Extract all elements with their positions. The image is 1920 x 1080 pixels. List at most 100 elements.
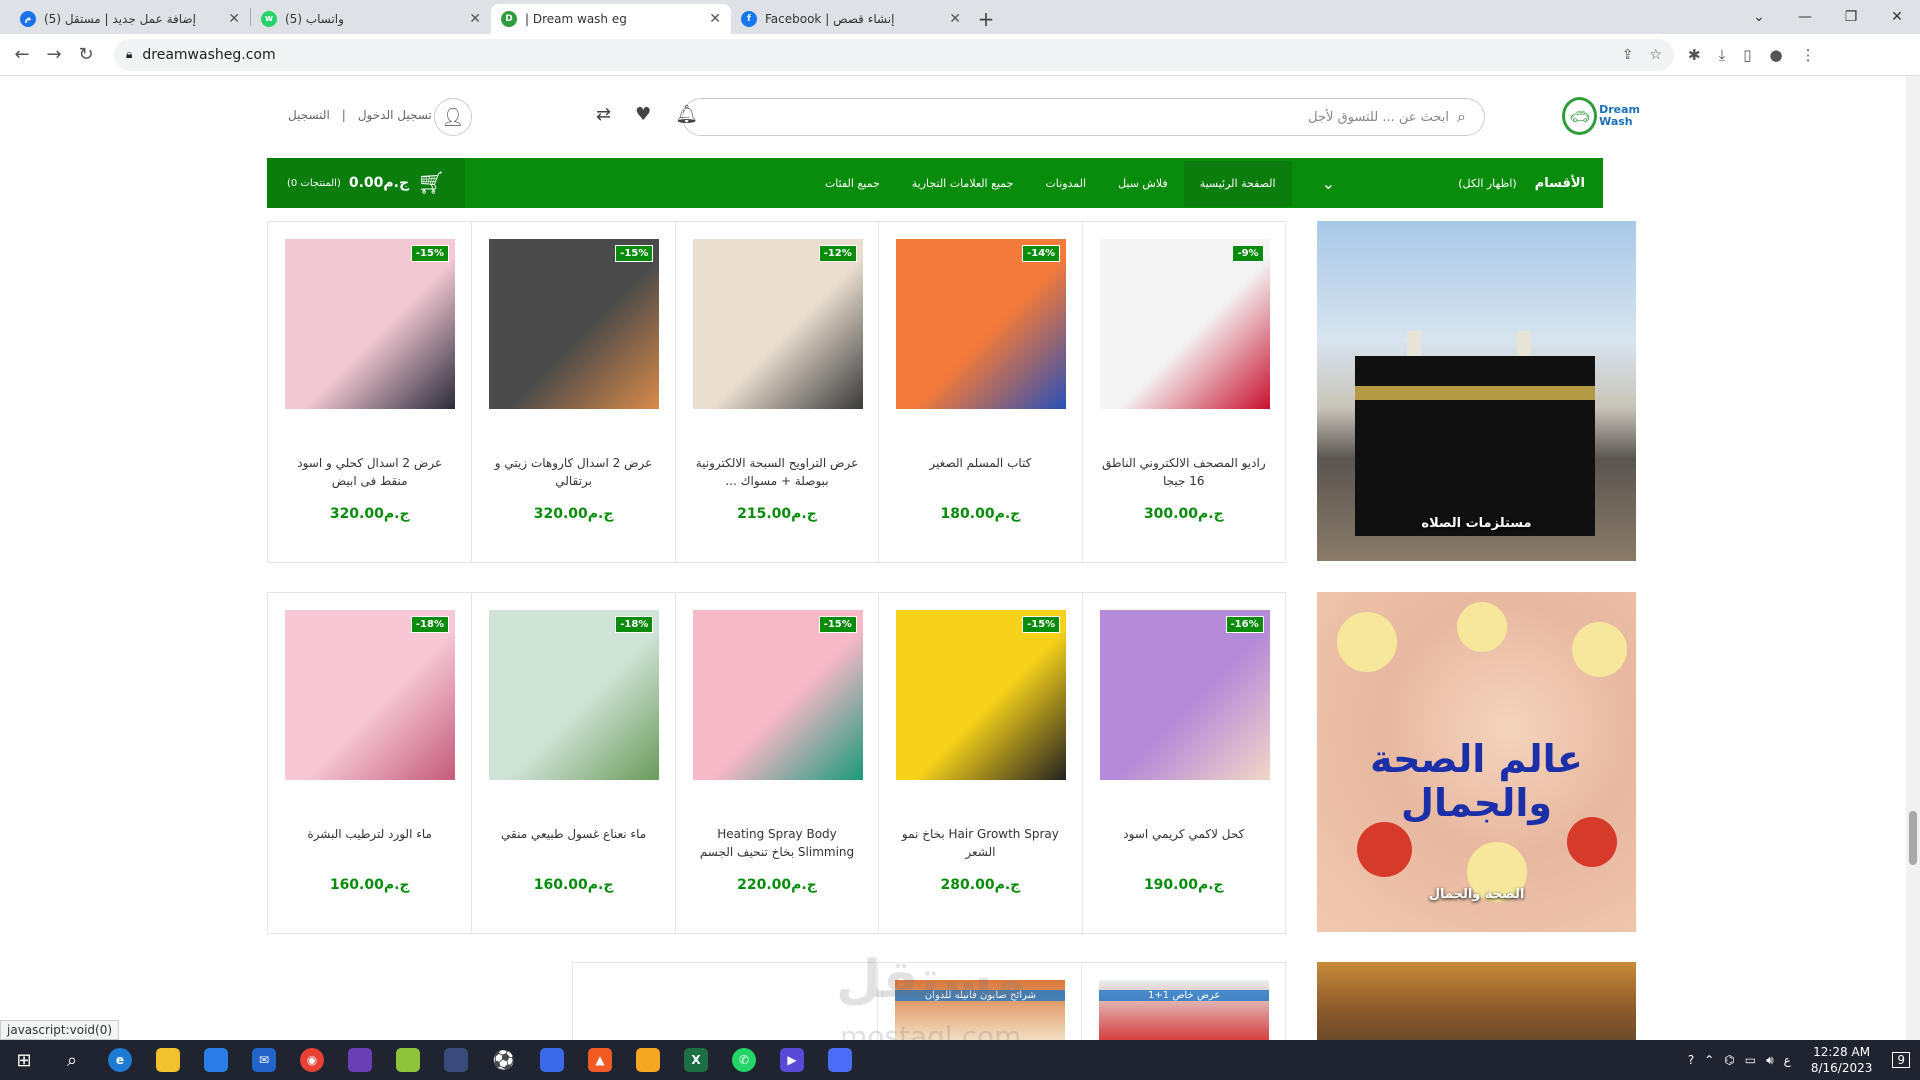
profile-icon[interactable]: ● (1769, 46, 1782, 64)
nav-link-categories[interactable]: جميع الفئات (809, 161, 896, 206)
battery-icon[interactable]: ▭ (1745, 1053, 1756, 1067)
forward-icon[interactable]: → (38, 44, 70, 65)
categories-show-all[interactable]: (اظهار الكل) (1458, 177, 1516, 190)
product-image[interactable]: -9% (1099, 239, 1270, 409)
cart-button[interactable]: (0 المنتجات) ج.م0.00 🛒︎ (267, 158, 465, 208)
browser-tab-3[interactable]: f Facebook | إنشاء قصص ✕ (731, 4, 971, 34)
bookmark-star-icon[interactable]: ☆ (1649, 47, 1662, 63)
product-name[interactable]: Heating Spray Body Slimming بخاخ تنحيف ا… (690, 825, 864, 863)
product-card[interactable]: -9% راديو المصحف الالكتروني الناطق 16 جيج… (1081, 222, 1285, 562)
lock-icon[interactable]: 🔒︎ (126, 47, 132, 62)
banner-prayer[interactable]: مستلزمات الصلاه (1317, 221, 1636, 561)
close-icon[interactable]: ✕ (949, 11, 961, 27)
media-icon[interactable]: ▶ (768, 1040, 816, 1080)
search-icon[interactable]: ⌕ (48, 1040, 96, 1080)
photo-icon[interactable] (384, 1040, 432, 1080)
back-icon[interactable]: ← (6, 44, 38, 65)
product-card[interactable]: -18% ماء الورد لترطيب البشرة ج.م160.00 (268, 593, 471, 933)
address-bar[interactable]: 🔒︎ dreamwasheg.com ⇪ ☆ (114, 38, 1674, 71)
site-logo[interactable]: 🚗︎ Dream Wash (1562, 94, 1640, 138)
mail-icon[interactable]: ✉ (240, 1040, 288, 1080)
help-icon[interactable]: ? (1688, 1053, 1694, 1067)
product-image[interactable]: -12% (692, 239, 863, 409)
product-card[interactable]: -18% ماء نعناع غسول طبيعي منقي ج.م160.00 (471, 593, 674, 933)
store-icon[interactable] (192, 1040, 240, 1080)
reload-icon[interactable]: ↻ (70, 44, 102, 65)
football-icon[interactable]: ⚽ (480, 1040, 528, 1080)
tab-search-icon[interactable]: ⌄ (1736, 9, 1782, 25)
product-name[interactable]: عرض 2 اسدال كاروهات زيتي و برتقالي (486, 454, 660, 492)
brave-icon[interactable]: ▲ (576, 1040, 624, 1080)
product-name[interactable]: ماء الورد لترطيب البشرة (282, 825, 457, 863)
product-card[interactable]: -16% كحل لاكمي كريمي اسود ج.م190.00 (1081, 593, 1285, 933)
edge-icon[interactable]: e (96, 1040, 144, 1080)
product-image[interactable]: -15% (284, 239, 455, 409)
scrollbar-thumb[interactable] (1909, 811, 1917, 865)
editor-icon[interactable] (432, 1040, 480, 1080)
network-icon[interactable]: ⌬ (1724, 1053, 1734, 1067)
app-icon[interactable] (528, 1040, 576, 1080)
window-close-icon[interactable]: ✕ (1874, 9, 1920, 25)
product-name[interactable]: كتاب المسلم الصغير (893, 454, 1067, 492)
browser-tab-2[interactable]: D | Dream wash eg ✕ (491, 4, 731, 34)
browser-tab-0[interactable]: م (5) إضافة عمل جديد | مستقل ✕ (10, 4, 250, 34)
browser-tab-1[interactable]: w (5) واتساب ✕ (251, 4, 491, 34)
nav-link-blogs[interactable]: المدونات (1029, 161, 1102, 206)
banner-health[interactable]: عالم الصحة والجمال الصحة والجمال (1317, 592, 1636, 932)
clock[interactable]: 12:28 AM 8/16/2023 (1811, 1044, 1873, 1076)
product-image[interactable]: -18% (284, 610, 455, 780)
nav-link-brands[interactable]: جميع العلامات التجارية (896, 161, 1030, 206)
categories-dropdown[interactable]: الأقسام (اظهار الكل) (1385, 176, 1585, 191)
notification-bell-icon[interactable]: 🔔︎ (675, 104, 698, 125)
windows-start-icon[interactable]: ⊞ (0, 1040, 48, 1080)
chrome-icon[interactable]: ◉ (288, 1040, 336, 1080)
product-name[interactable]: عرض التراويح السبحة الالكترونية ببوصلة +… (690, 454, 864, 492)
close-icon[interactable]: ✕ (709, 11, 721, 27)
minimize-icon[interactable]: — (1782, 9, 1828, 25)
product-image[interactable]: -15% (692, 610, 863, 780)
new-tab-icon[interactable]: + (971, 4, 1001, 34)
sublime-icon[interactable] (624, 1040, 672, 1080)
product-image[interactable]: -16% (1099, 610, 1270, 780)
chevron-up-icon[interactable]: ⌃ (1704, 1053, 1714, 1067)
product-card[interactable]: -12% عرض التراويح السبحة الالكترونية ببوص… (674, 222, 878, 562)
compare-icon[interactable]: ⇄ (596, 104, 611, 125)
download-icon[interactable]: ⤓ (1719, 46, 1726, 64)
product-image[interactable]: -15% (896, 610, 1067, 780)
product-card[interactable]: -15% Hair Growth Spray بخاخ نمو الشعر ج.م2… (878, 593, 1081, 933)
product-image[interactable]: عرض خاص 1+1 (1099, 980, 1270, 1042)
volume-icon[interactable]: 🔊︎ (1766, 1053, 1774, 1068)
share-icon[interactable]: ⇪ (1622, 47, 1634, 63)
login-link[interactable]: تسجيل الدخول (358, 108, 432, 122)
extensions-icon[interactable]: ✱ (1688, 46, 1701, 64)
search-icon[interactable]: ⌕ (1457, 107, 1466, 127)
product-card[interactable]: عرض خاص 1+1 (1081, 963, 1285, 1043)
chevron-down-icon[interactable]: ⌄ (1322, 174, 1335, 193)
page-scrollbar[interactable] (1906, 76, 1920, 1040)
excel-icon[interactable]: X (672, 1040, 720, 1080)
game-icon[interactable] (336, 1040, 384, 1080)
close-icon[interactable]: ✕ (469, 11, 481, 27)
language-indicator[interactable]: ع (1784, 1053, 1791, 1067)
restore-icon[interactable]: ❐ (1828, 9, 1874, 25)
product-name[interactable]: ماء نعناع غسول طبيعي منقي (486, 825, 660, 863)
user-avatar-icon[interactable]: 👤︎ (434, 98, 472, 136)
register-link[interactable]: التسجيل (288, 108, 330, 122)
close-icon[interactable]: ✕ (228, 11, 240, 27)
menu-kebab-icon[interactable]: ⋮ (1801, 46, 1816, 64)
product-name[interactable]: كحل لاكمي كريمي اسود (1097, 825, 1271, 863)
search-input[interactable]: ابحث عن ... للتسوق لأجل ⌕ (682, 98, 1485, 136)
nav-link-flash-sale[interactable]: فلاش سيل (1102, 161, 1184, 206)
product-image[interactable]: -14% (896, 239, 1067, 409)
product-name[interactable]: Hair Growth Spray بخاخ نمو الشعر (893, 825, 1067, 863)
nav-link-home[interactable]: الصفحة الرئيسية (1183, 160, 1292, 206)
product-image[interactable]: -18% (489, 610, 660, 780)
whatsapp-icon[interactable]: ✆ (720, 1040, 768, 1080)
product-card[interactable]: -15% عرض 2 اسدال كاروهات زيتي و برتقالي ج.… (471, 222, 674, 562)
wishlist-heart-icon[interactable]: ♥ (635, 104, 651, 125)
sidepanel-icon[interactable]: ▯ (1743, 46, 1751, 64)
product-card[interactable]: -14% كتاب المسلم الصغير ج.م180.00 (878, 222, 1081, 562)
banner-grocery[interactable] (1317, 962, 1636, 1042)
product-name[interactable]: راديو المصحف الالكتروني الناطق 16 جيجا (1097, 454, 1271, 492)
chat-icon[interactable] (816, 1040, 864, 1080)
